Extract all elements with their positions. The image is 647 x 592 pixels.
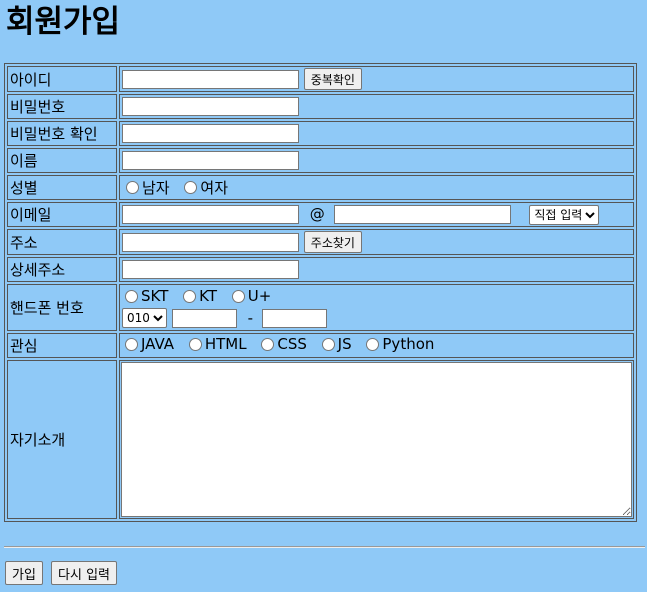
row-phone: 핸드폰 번호 SKT KT U+ 010 -: [7, 284, 634, 331]
row-interest: 관심 JAVA HTML CSS JS Python: [7, 332, 634, 358]
address-detail-label: 상세주소: [7, 257, 117, 282]
interest-js-option[interactable]: JS: [318, 335, 352, 353]
password-label: 비밀번호: [7, 94, 117, 119]
radio-circle-icon[interactable]: [126, 181, 139, 194]
radio-circle-icon[interactable]: [184, 181, 198, 194]
interest-css-option[interactable]: CSS: [257, 335, 307, 353]
carrier-uplus-radio[interactable]: U+: [228, 286, 271, 306]
row-intro: 자기소개: [7, 359, 634, 519]
phone-separator: -: [247, 308, 253, 327]
interest-label: 관심: [7, 332, 117, 358]
find-address-button[interactable]: 주소찾기: [303, 231, 362, 253]
radio-circle-icon[interactable]: [231, 289, 245, 303]
email-id-input[interactable]: [122, 205, 299, 224]
radio-circle-icon[interactable]: [125, 289, 138, 303]
radio-circle-icon[interactable]: [125, 337, 138, 351]
interest-html-option[interactable]: HTML: [185, 335, 247, 353]
interest-python-option[interactable]: Python: [362, 335, 434, 353]
address-detail-input[interactable]: [122, 260, 299, 279]
password-confirm-label: 비밀번호 확인: [7, 121, 117, 146]
radio-circle-icon[interactable]: [261, 337, 275, 351]
interest-java-option[interactable]: JAVA: [122, 335, 174, 353]
reset-button[interactable]: 다시 입력: [51, 561, 117, 585]
phone-last-input[interactable]: [261, 308, 327, 328]
divider: [4, 546, 645, 548]
gender-label: 성별: [7, 175, 117, 200]
row-password: 비밀번호: [7, 94, 634, 119]
phone-prefix-select[interactable]: 010: [122, 308, 167, 328]
password-confirm-input[interactable]: [122, 124, 299, 143]
email-domain-select[interactable]: 직접 입력: [529, 204, 600, 225]
radio-circle-icon[interactable]: [183, 289, 197, 303]
intro-label: 자기소개: [7, 359, 117, 519]
carrier-skt-radio[interactable]: SKT: [122, 286, 168, 306]
email-at-sign: @: [309, 205, 325, 223]
row-id: 아이디 중복확인: [7, 66, 634, 92]
id-input[interactable]: [122, 69, 299, 89]
form-actions: 가입 다시 입력: [5, 561, 120, 585]
radio-circle-icon[interactable]: [321, 337, 335, 351]
carrier-kt-radio[interactable]: KT: [179, 286, 217, 306]
name-input[interactable]: [122, 151, 299, 170]
password-input[interactable]: [122, 97, 299, 116]
row-name: 이름: [7, 148, 634, 173]
email-label: 이메일: [7, 202, 117, 227]
id-label: 아이디: [7, 66, 117, 92]
row-gender: 성별 남자 여자: [7, 175, 634, 200]
row-password-confirm: 비밀번호 확인: [7, 121, 634, 146]
address-label: 주소: [7, 229, 117, 255]
submit-button[interactable]: 가입: [5, 561, 43, 585]
radio-circle-icon[interactable]: [188, 337, 202, 351]
row-address-detail: 상세주소: [7, 257, 634, 282]
row-address: 주소 주소찾기: [7, 229, 634, 255]
email-domain-input[interactable]: [333, 205, 511, 224]
name-label: 이름: [7, 148, 117, 173]
signup-form-table: 아이디 중복확인 비밀번호 비밀번호 확인 이름 성별 남자 여자 이메일 @ …: [4, 63, 637, 522]
intro-textarea[interactable]: [121, 361, 632, 517]
radio-circle-icon[interactable]: [366, 337, 380, 351]
address-input[interactable]: [122, 232, 299, 252]
page-title: 회원가입: [6, 4, 121, 40]
dup-check-button[interactable]: 중복확인: [303, 68, 362, 90]
gender-male-radio[interactable]: 남자: [122, 177, 170, 198]
phone-label: 핸드폰 번호: [7, 284, 117, 331]
row-email: 이메일 @ 직접 입력: [7, 202, 634, 227]
gender-female-radio[interactable]: 여자: [180, 177, 228, 198]
phone-middle-input[interactable]: [171, 308, 237, 328]
